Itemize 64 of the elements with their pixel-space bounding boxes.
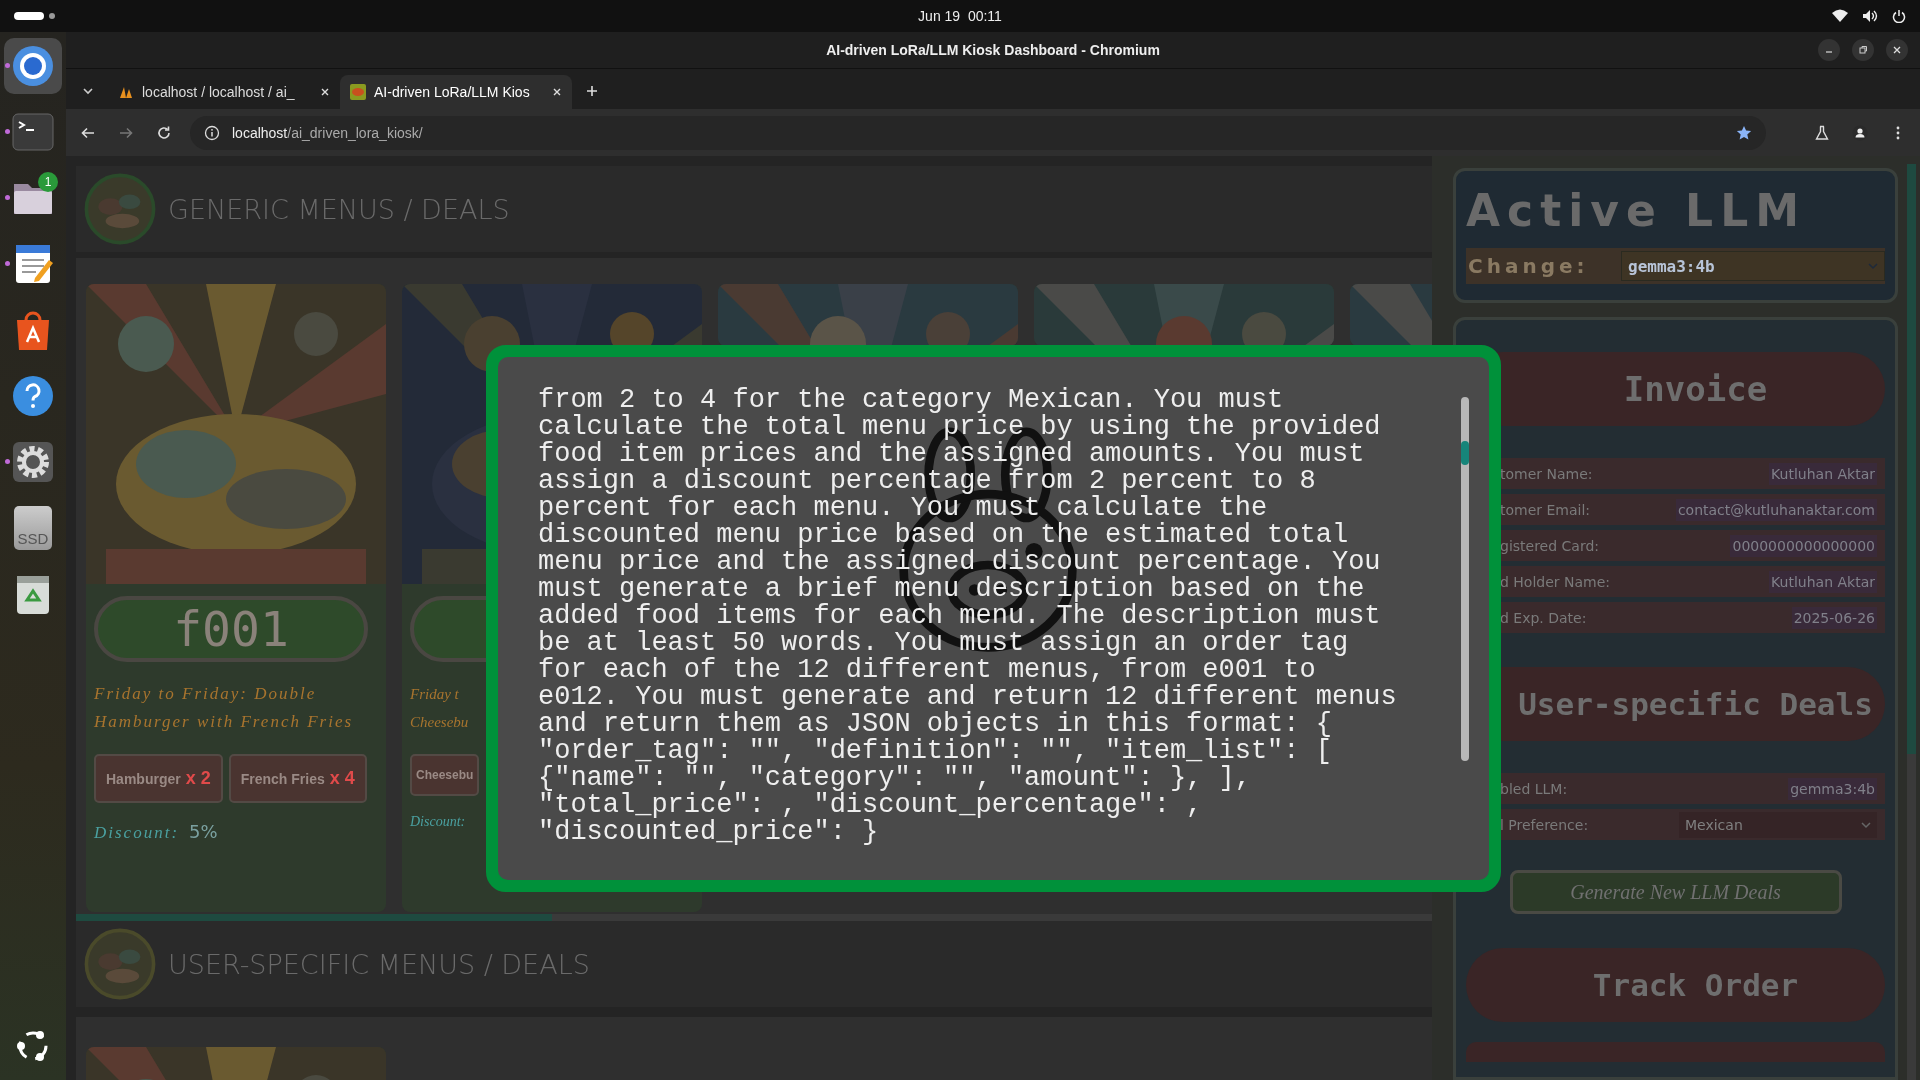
food-item-tag: French Fries x 4 [228, 754, 367, 803]
field-label: d Exp. Date: [1500, 609, 1587, 626]
vertical-scrollbar[interactable] [1907, 164, 1916, 1080]
url-text: localhost/ai_driven_lora_kiosk/ [232, 124, 424, 141]
food-plate-icon [84, 928, 156, 1000]
menu-title: Friday t Cheesebu [410, 685, 470, 732]
panel-title: Active LLM [1466, 185, 1807, 236]
section-title: GENERIC MENUS / DEALS [168, 193, 510, 225]
field-label: bled LLM: [1500, 780, 1568, 797]
model-select[interactable]: gemma3:4b [1621, 251, 1885, 281]
change-label: Change: [1468, 254, 1589, 278]
horizontal-scrollbar[interactable] [76, 914, 1432, 921]
window-title: AI-driven LoRa/LLM Kiosk Dashboard - Chromium [826, 42, 1160, 58]
activities-indicator[interactable] [14, 12, 55, 20]
browser-tab[interactable]: AI-driven LoRa/LLM Kios [340, 75, 572, 109]
food-plate-icon [84, 173, 156, 245]
preference-select[interactable]: Mexican [1679, 811, 1877, 838]
field-value: Kutluhan Aktar [1769, 570, 1877, 593]
field-label: tomer Email: [1500, 501, 1591, 518]
browser-icon [11, 44, 55, 88]
clock[interactable]: Jun 19 00:11 [918, 8, 1002, 24]
field-value: gemma3:4b [1788, 777, 1877, 800]
address-bar[interactable]: localhost/ai_driven_lora_kiosk/ [190, 115, 1766, 150]
prompt-text: from 2 to 4 for the category Mexican. You must calculate the total menu price by using the provided food item prices and the assigned amounts. You must assign a discount percentage from 2 percent to 8 percent for each menu. You must calculate the discounted menu price based on the estimated total menu price and the assigned discount percentage. You must generate a brief menu description based on the added food items for each menu. The description must be at least 50 words. You must assign an order tag for each of the 12 different menus, from e001 to e012. You must generate and return 12 different menus and return them as JSON objects in this format: { "order_tag": "", "definition": "", "item_list": [ {"name": "", "category": "", "amount": }, ], "total_price": , "discount_percentage": , "discounted_price": } [538, 387, 1398, 846]
section-title: USER-SPECIFIC MENUS / DEALS [168, 948, 590, 980]
tab-list-icon[interactable] [82, 87, 94, 95]
wifi-icon[interactable] [1832, 9, 1848, 23]
close-tab-icon[interactable] [320, 87, 330, 97]
field-label: d Holder Name: [1500, 573, 1611, 590]
volume-icon[interactable] [1862, 9, 1878, 23]
minimize-button[interactable] [1818, 39, 1840, 61]
field-label: tomer Name: [1500, 465, 1593, 482]
text-scrollbar[interactable] [1461, 397, 1469, 761]
close-icon [1892, 45, 1902, 55]
bookmark-star-icon[interactable] [1736, 124, 1752, 141]
caret-icon [1868, 262, 1878, 270]
new-tab-icon[interactable] [586, 85, 598, 97]
settings-icon [11, 440, 55, 484]
field-value: 0000000000000000 [1730, 534, 1877, 557]
help-icon [11, 374, 55, 418]
close-tab-icon[interactable] [552, 87, 562, 97]
menu-title: Friday to Friday: Double Hamburger with French Fries [94, 683, 355, 733]
dock-item[interactable]: 1 [4, 170, 62, 226]
food-item-tag: Cheesebu [410, 754, 480, 796]
drive-label: SSD [17, 530, 49, 547]
dock-item[interactable] [4, 38, 62, 94]
restore-icon [1858, 45, 1868, 55]
browser-tab[interactable]: localhost / localhost / ai_ [108, 75, 340, 109]
field-value: Kutluhan Aktar [1769, 462, 1877, 485]
discount-label: Discount: [94, 823, 180, 843]
terminal-icon [11, 110, 55, 154]
field-value: 2025-06-26 [1791, 606, 1877, 629]
section-heading: Track Order [1466, 948, 1885, 1022]
notification-badge: 1 [38, 172, 58, 192]
discount-label: Discount: [410, 814, 466, 830]
food-item-tag: Hamburger x 2 [94, 754, 223, 803]
info-icon [204, 124, 220, 141]
field-value: contact@kutluhanaktar.com [1675, 498, 1877, 521]
discount-value: 5% [189, 821, 218, 842]
caret-icon [1861, 820, 1871, 829]
restore-button[interactable] [1852, 39, 1874, 61]
power-icon[interactable] [1892, 9, 1906, 23]
field-label: gistered Card: [1500, 537, 1600, 554]
close-button[interactable] [1886, 39, 1908, 61]
